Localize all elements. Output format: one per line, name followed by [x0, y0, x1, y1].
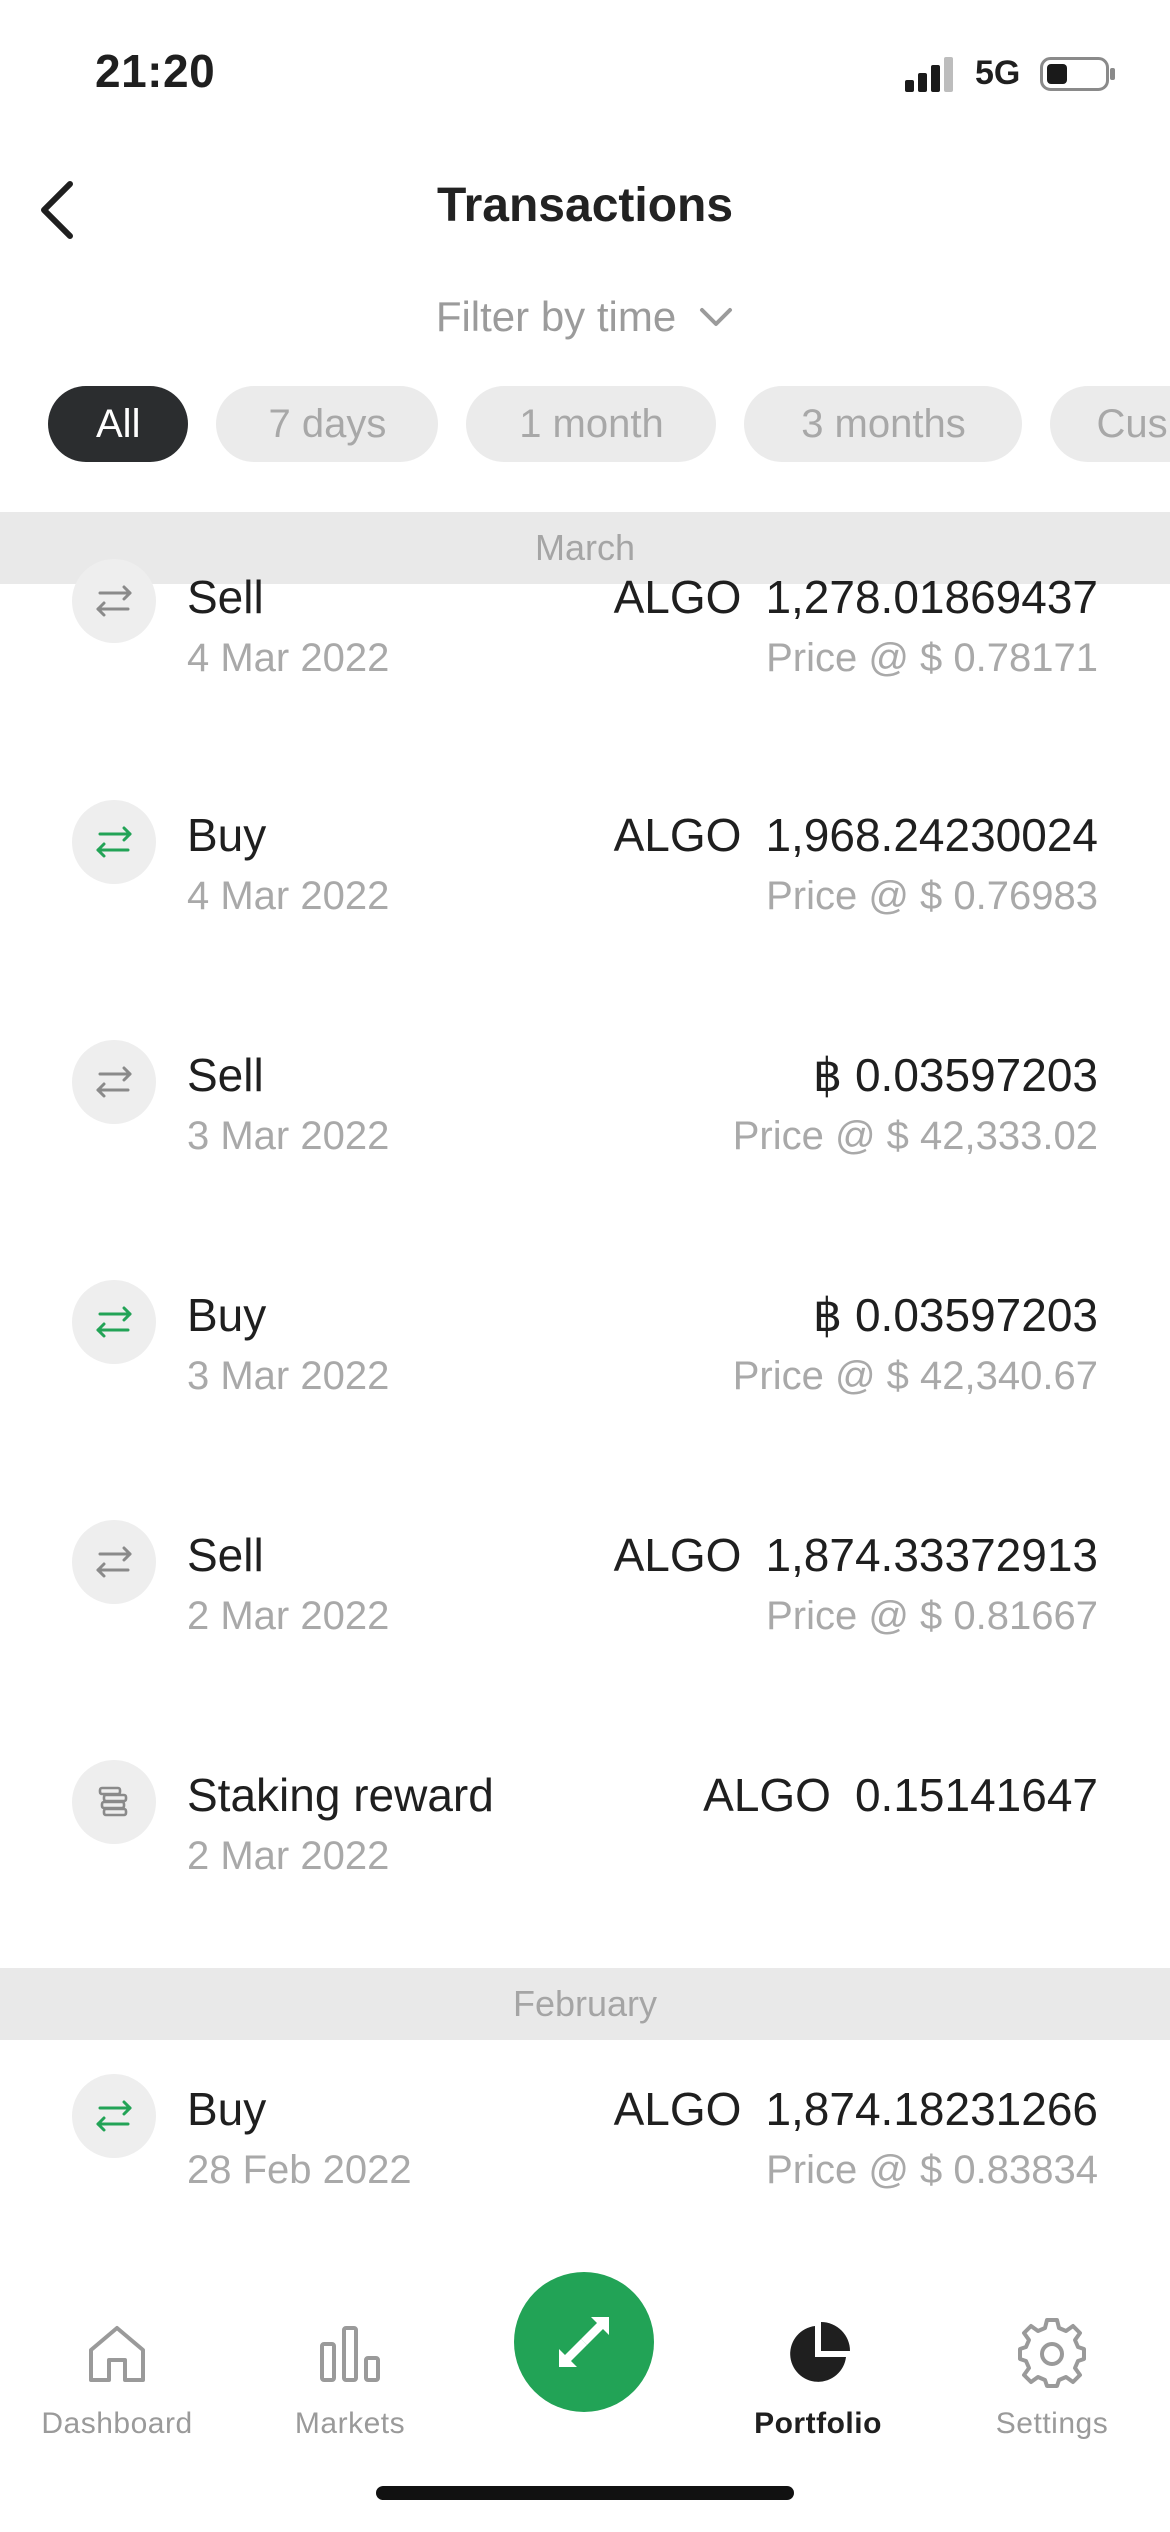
transaction-amount: ALGO 1,968.24230024	[614, 808, 1098, 862]
asset-symbol: ALGO	[703, 1769, 831, 1821]
status-bar: 21:20 5G	[0, 0, 1170, 150]
section-header-february: February	[0, 1968, 1170, 2040]
transaction-type: Sell	[187, 1049, 264, 1101]
bar-chart-icon	[320, 2326, 380, 2382]
tab-portfolio[interactable]: Portfolio	[701, 2292, 935, 2472]
transaction-date: 4 Mar 2022	[187, 636, 390, 680]
asset-symbol: ALGO	[613, 571, 742, 623]
transaction-date: 3 Mar 2022	[187, 1354, 390, 1398]
time-filter-chips: All 7 days 1 month 3 months Cus	[48, 386, 1170, 462]
network-label: 5G	[975, 54, 1021, 92]
tab-label: Markets	[294, 2407, 406, 2440]
filter-by-time-dropdown[interactable]: Filter by time	[0, 282, 1170, 352]
swap-icon	[72, 2074, 156, 2158]
status-time: 21:20	[95, 45, 216, 97]
swap-arrows-icon	[559, 2317, 609, 2367]
transaction-date: 2 Mar 2022	[187, 1594, 390, 1638]
amount-value: 1,278.01869437	[765, 571, 1098, 623]
tab-markets[interactable]: Markets	[233, 2292, 467, 2472]
transaction-date: 4 Mar 2022	[187, 874, 390, 918]
chip-7-days[interactable]: 7 days	[216, 386, 439, 462]
transaction-amount: ALGO 1,874.33372913	[614, 1528, 1098, 1582]
transaction-date: 3 Mar 2022	[187, 1114, 390, 1158]
transaction-price: Price @ $ 0.83834	[766, 2148, 1098, 2192]
transaction-row[interactable]: Buy 3 Mar 2022 ฿ 0.03597203 Price @ $ 42…	[0, 1280, 1170, 1480]
asset-symbol: ALGO	[613, 1529, 742, 1581]
tab-label: Dashboard	[41, 2407, 193, 2440]
transaction-list[interactable]: March Sell 4 Mar 2022 ALGO 1,278.01869437…	[0, 512, 1170, 2252]
home-indicator	[376, 2486, 794, 2500]
transaction-amount: ฿ 0.03597203	[812, 1289, 1098, 1341]
transaction-row[interactable]: Sell 2 Mar 2022 ALGO 1,874.33372913 Price…	[0, 1520, 1170, 1720]
chip-1-month[interactable]: 1 month	[466, 386, 717, 462]
transaction-amount: ALGO 0.15141647	[703, 1768, 1098, 1822]
transaction-amount: ALGO 1,278.01869437	[614, 570, 1098, 624]
swap-icon	[72, 1280, 156, 1364]
amount-value: 1,874.18231266	[765, 2083, 1098, 2135]
pie-chart-icon	[790, 2322, 850, 2382]
gear-icon	[1018, 2318, 1086, 2388]
transaction-row[interactable]: Buy 4 Mar 2022 ALGO 1,968.24230024 Price …	[0, 800, 1170, 1000]
swap-icon	[72, 1520, 156, 1604]
transaction-amount: ALGO 1,874.18231266	[614, 2082, 1098, 2136]
chip-3-months[interactable]: 3 months	[744, 386, 1023, 462]
transaction-type: Sell	[187, 571, 264, 623]
transaction-price: Price @ $ 42,340.67	[732, 1354, 1098, 1398]
transaction-type: Buy	[187, 1289, 267, 1341]
tab-dashboard[interactable]: Dashboard	[0, 2292, 234, 2472]
coins-stack-icon	[72, 1760, 156, 1844]
chip-custom[interactable]: Cus	[1050, 386, 1170, 462]
tab-settings[interactable]: Settings	[935, 2292, 1169, 2472]
signal-icon	[905, 57, 953, 92]
transaction-type: Staking reward	[187, 1769, 494, 1821]
transaction-amount: ฿ 0.03597203	[812, 1049, 1098, 1101]
swap-icon	[72, 800, 156, 884]
swap-icon	[72, 1040, 156, 1124]
chevron-down-icon	[700, 308, 733, 326]
transaction-row[interactable]: Sell 3 Mar 2022 ฿ 0.03597203 Price @ $ 4…	[0, 1040, 1170, 1240]
asset-symbol: ALGO	[613, 2083, 742, 2135]
swap-icon	[72, 559, 156, 643]
transaction-row[interactable]: Buy 28 Feb 2022 ALGO 1,874.18231266 Price…	[0, 2074, 1170, 2252]
transaction-price: Price @ $ 0.78171	[766, 636, 1098, 680]
transaction-type: Sell	[187, 1529, 264, 1581]
amount-value: 1,874.33372913	[765, 1529, 1098, 1581]
transaction-row[interactable]: Staking reward 2 Mar 2022 ALGO 0.15141647	[0, 1760, 1170, 1960]
trade-button[interactable]	[514, 2272, 654, 2412]
asset-symbol: ALGO	[613, 809, 742, 861]
tab-label: Settings	[995, 2407, 1109, 2440]
header: Transactions	[0, 150, 1170, 270]
tab-label: Portfolio	[754, 2407, 882, 2440]
transaction-type: Buy	[187, 809, 267, 861]
transaction-price: Price @ $ 0.81667	[766, 1594, 1098, 1638]
transaction-row[interactable]: Sell 4 Mar 2022 ALGO 1,278.01869437 Price…	[0, 559, 1170, 784]
chip-all[interactable]: All	[48, 386, 189, 462]
transaction-type: Buy	[187, 2083, 267, 2135]
battery-icon	[1040, 57, 1115, 91]
transaction-date: 2 Mar 2022	[187, 1834, 390, 1878]
filter-label: Filter by time	[435, 293, 677, 340]
transaction-price: Price @ $ 42,333.02	[732, 1114, 1098, 1158]
page-title: Transactions	[436, 179, 734, 232]
home-icon	[89, 2326, 145, 2382]
amount-value: 0.15141647	[854, 1769, 1098, 1821]
amount-value: 1,968.24230024	[765, 809, 1098, 861]
transaction-price: Price @ $ 0.76983	[766, 874, 1098, 918]
transaction-date: 28 Feb 2022	[187, 2148, 412, 2192]
